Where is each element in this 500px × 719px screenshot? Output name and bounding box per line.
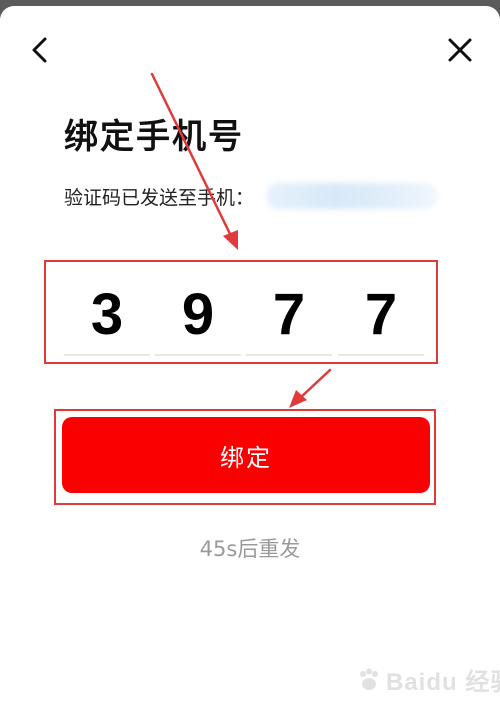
code-digit-2[interactable]: 9 [155, 274, 241, 356]
sent-notice-text: 验证码已发送至手机： [64, 186, 255, 209]
paw-logo-icon [360, 668, 378, 690]
resend-countdown: 45s后重发 [199, 537, 301, 561]
watermark-text: Baidu 经验 [386, 669, 500, 696]
page-title: 绑定手机号 [64, 117, 244, 157]
verification-code-input[interactable]: 3 9 7 7 [44, 260, 438, 364]
close-button[interactable] [438, 28, 482, 72]
code-digit-4[interactable]: 7 [338, 274, 424, 356]
code-digit-3[interactable]: 7 [246, 274, 332, 356]
bind-button[interactable]: 绑定 [62, 417, 430, 493]
baidu-watermark: Baidu 经验 [356, 662, 500, 697]
masked-phone-number [266, 183, 439, 209]
code-digit-1[interactable]: 3 [64, 274, 150, 356]
sent-notice: 验证码已发送至手机： [64, 182, 439, 210]
back-button[interactable] [18, 28, 62, 72]
close-icon [448, 38, 472, 62]
chevron-left-icon [32, 37, 47, 63]
